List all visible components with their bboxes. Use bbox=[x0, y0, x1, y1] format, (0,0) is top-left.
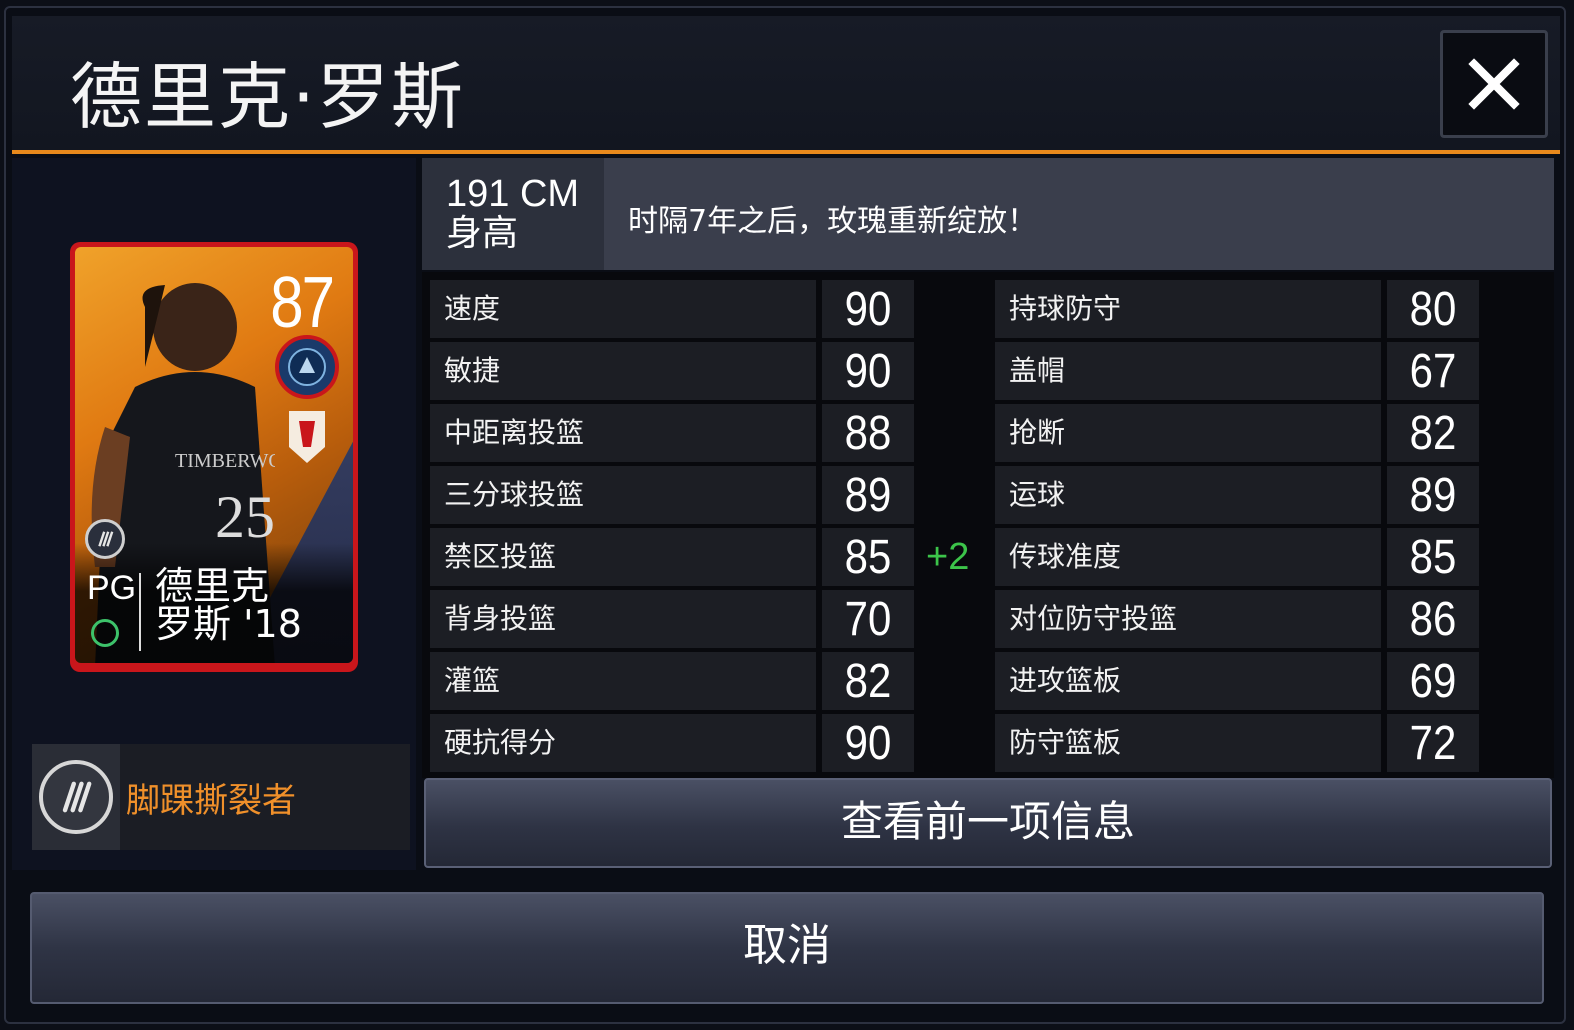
stat-label: 灌篮 bbox=[430, 652, 816, 710]
timberwolves-logo-icon bbox=[275, 335, 339, 399]
stat-bonus-badge: +2 bbox=[926, 536, 970, 578]
player-card-panel: 25 TIMBERWOLVES 87 bbox=[12, 158, 416, 870]
player-detail-modal: 德里克·罗斯 25 TIMBERWOLVES 87 bbox=[4, 6, 1566, 1024]
stat-label: 运球 bbox=[995, 466, 1381, 524]
stat-label: 背身投篮 bbox=[430, 590, 816, 648]
stat-label: 对位防守投篮 bbox=[995, 590, 1381, 648]
tier-badge-icon bbox=[289, 411, 325, 463]
claw-marks-icon bbox=[85, 519, 125, 559]
stat-value: 86 bbox=[1387, 590, 1479, 648]
stat-value: 72 bbox=[1387, 714, 1479, 772]
stat-value: 82 bbox=[822, 652, 914, 710]
stat-label: 三分球投篮 bbox=[430, 466, 816, 524]
ability-icon-wrap bbox=[32, 744, 120, 850]
stat-value: 85 bbox=[1387, 528, 1479, 586]
close-icon bbox=[1468, 58, 1520, 110]
stat-value: 67 bbox=[1387, 342, 1479, 400]
stat-value: 89 bbox=[822, 466, 914, 524]
view-previous-button[interactable]: 查看前一项信息 bbox=[424, 778, 1552, 868]
stat-label: 敏捷 bbox=[430, 342, 816, 400]
player-card[interactable]: 25 TIMBERWOLVES 87 bbox=[70, 242, 358, 672]
stat-value: 89 bbox=[1387, 466, 1479, 524]
player-card-art: 25 TIMBERWOLVES 87 bbox=[75, 247, 353, 663]
claw-marks-icon bbox=[39, 760, 113, 834]
height-label: 身高 bbox=[446, 213, 519, 254]
stat-value: 85 bbox=[822, 528, 914, 586]
player-name-title: 德里克·罗斯 bbox=[70, 55, 465, 139]
stat-label: 盖帽 bbox=[995, 342, 1381, 400]
header-accent-line bbox=[12, 150, 1560, 154]
stat-value: 80 bbox=[1387, 280, 1479, 338]
stat-label: 传球准度 bbox=[995, 528, 1381, 586]
card-player-name: 德里克 罗斯 '18 bbox=[155, 567, 302, 643]
stat-value: 90 bbox=[822, 280, 914, 338]
height-box: 191 CM 身高 bbox=[422, 158, 604, 270]
stat-label: 抢断 bbox=[995, 404, 1381, 462]
height-value: 191 CM bbox=[446, 173, 580, 215]
stat-label: 速度 bbox=[430, 280, 816, 338]
status-circle-icon bbox=[91, 619, 119, 647]
card-name-line2: 罗斯 '18 bbox=[155, 602, 302, 646]
stats-table: 速度 90 敏捷 90 中距离投篮 88 三分球投篮 89 禁区投篮 85 背身… bbox=[422, 272, 1554, 778]
stat-label: 防守篮板 bbox=[995, 714, 1381, 772]
card-overall-rating: 87 bbox=[270, 262, 335, 343]
svg-text:25: 25 bbox=[215, 484, 275, 550]
stat-label: 进攻篮板 bbox=[995, 652, 1381, 710]
card-divider bbox=[139, 573, 141, 651]
modal-header: 德里克·罗斯 bbox=[12, 16, 1560, 150]
stat-value: 90 bbox=[822, 714, 914, 772]
stat-value: 69 bbox=[1387, 652, 1479, 710]
stat-value: 70 bbox=[822, 590, 914, 648]
player-bio: 时隔7年之后，玫瑰重新绽放！ bbox=[628, 204, 1038, 239]
ability-badge[interactable]: 脚踝撕裂者 bbox=[32, 744, 410, 850]
stat-value: 82 bbox=[1387, 404, 1479, 462]
card-position: PG bbox=[87, 569, 137, 607]
stat-label: 禁区投篮 bbox=[430, 528, 816, 586]
card-name-line1: 德里克 bbox=[155, 564, 270, 608]
stat-label: 中距离投篮 bbox=[430, 404, 816, 462]
close-button[interactable] bbox=[1440, 30, 1548, 138]
stat-value: 90 bbox=[822, 342, 914, 400]
stat-label: 持球防守 bbox=[995, 280, 1381, 338]
svg-text:TIMBERWOLVES: TIMBERWOLVES bbox=[175, 450, 275, 472]
stat-label: 硬抗得分 bbox=[430, 714, 816, 772]
stat-value: 88 bbox=[822, 404, 914, 462]
cancel-button[interactable]: 取消 bbox=[30, 892, 1544, 1004]
ability-name: 脚踝撕裂者 bbox=[126, 780, 296, 821]
player-info-bar: 191 CM 身高 时隔7年之后，玫瑰重新绽放！ bbox=[422, 158, 1554, 270]
